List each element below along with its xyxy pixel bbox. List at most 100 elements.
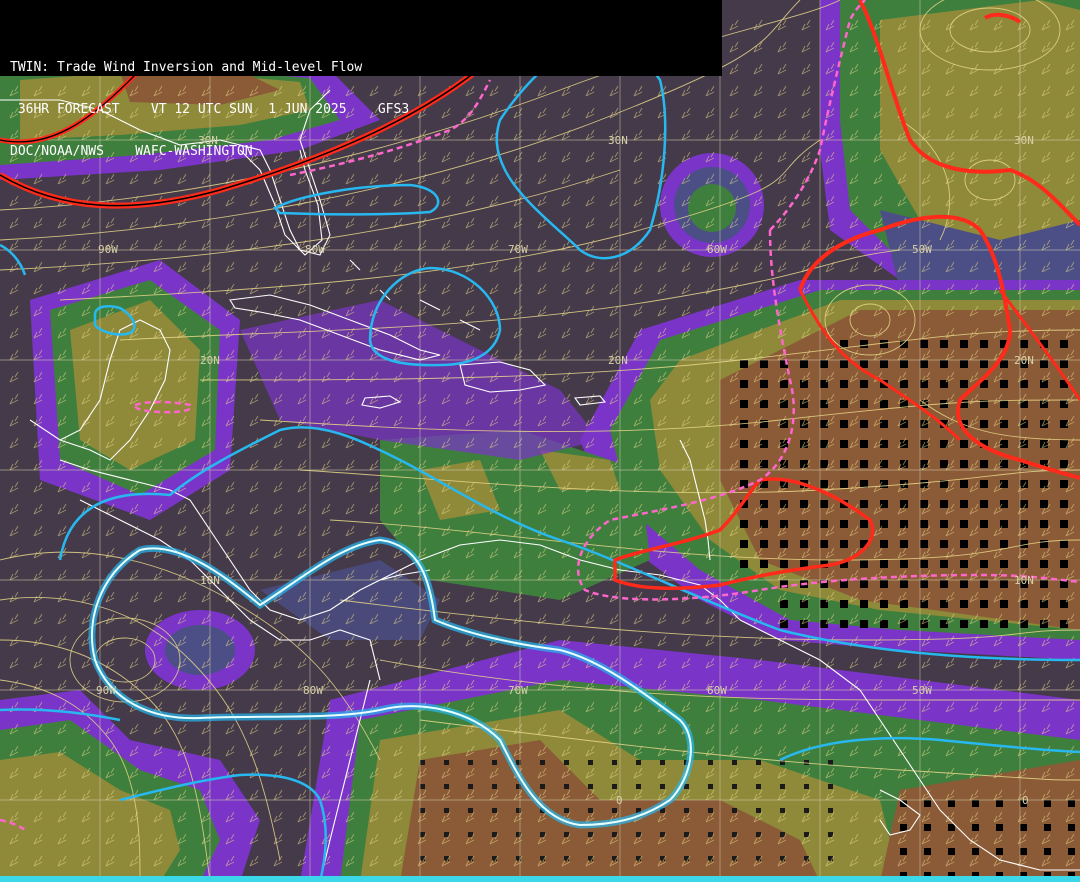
inversion-marker <box>732 784 737 789</box>
inversion-marker <box>740 540 748 548</box>
inversion-marker <box>740 440 748 448</box>
label-lon-90w: 90W <box>98 243 118 256</box>
inversion-marker <box>880 420 888 428</box>
inversion-marker <box>996 848 1003 855</box>
inversion-marker <box>900 540 908 548</box>
inversion-marker <box>1040 520 1048 528</box>
inversion-marker <box>840 420 848 428</box>
inversion-marker <box>612 760 617 765</box>
inversion-marker <box>760 360 768 368</box>
label-lat-20n-c: 20N <box>608 354 628 367</box>
inversion-marker <box>1000 500 1008 508</box>
field-pac-slate <box>165 625 235 675</box>
inversion-marker <box>740 360 748 368</box>
inversion-marker <box>828 760 833 765</box>
inversion-marker <box>880 340 888 348</box>
inversion-marker <box>860 520 868 528</box>
inversion-marker <box>840 360 848 368</box>
inversion-marker <box>684 808 689 813</box>
inversion-marker <box>564 760 569 765</box>
inversion-marker <box>900 520 908 528</box>
inversion-marker <box>820 520 828 528</box>
inversion-marker <box>1060 360 1068 368</box>
inversion-marker <box>444 784 449 789</box>
inversion-marker <box>980 520 988 528</box>
inversion-marker <box>920 520 928 528</box>
inversion-marker <box>760 560 768 568</box>
inversion-marker <box>940 360 948 368</box>
inversion-marker <box>760 500 768 508</box>
inversion-marker <box>1044 800 1051 807</box>
inversion-marker <box>880 500 888 508</box>
inversion-marker <box>900 600 908 608</box>
inversion-marker <box>1068 800 1075 807</box>
inversion-marker <box>948 824 955 831</box>
inversion-marker <box>900 580 908 588</box>
inversion-marker <box>960 560 968 568</box>
inversion-marker <box>840 480 848 488</box>
label-lat-10n-w: 10N <box>200 574 220 587</box>
inversion-marker <box>996 824 1003 831</box>
inversion-marker <box>612 808 617 813</box>
inversion-marker <box>468 784 473 789</box>
inversion-marker <box>820 360 828 368</box>
inversion-marker <box>980 460 988 468</box>
inversion-marker <box>540 784 545 789</box>
inversion-marker <box>1000 420 1008 428</box>
inversion-marker <box>980 360 988 368</box>
inversion-marker <box>900 380 908 388</box>
inversion-marker <box>920 500 928 508</box>
inversion-marker <box>800 500 808 508</box>
inversion-marker <box>920 560 928 568</box>
inversion-marker <box>1020 824 1027 831</box>
inversion-marker <box>940 520 948 528</box>
label-lon-80w-n: 80W <box>305 243 325 256</box>
inversion-marker <box>924 824 931 831</box>
inversion-marker <box>828 808 833 813</box>
inversion-marker <box>960 620 968 628</box>
inversion-marker <box>780 520 788 528</box>
label-lat-20n-e: 20N <box>1014 354 1034 367</box>
inversion-marker <box>948 800 955 807</box>
inversion-marker <box>1000 380 1008 388</box>
inversion-marker <box>588 808 593 813</box>
inversion-marker <box>960 460 968 468</box>
inversion-marker <box>564 784 569 789</box>
inversion-marker <box>732 808 737 813</box>
label-lon-90w-s: 90W <box>96 684 116 697</box>
inversion-marker <box>800 360 808 368</box>
inversion-marker <box>1060 480 1068 488</box>
inversion-marker <box>760 400 768 408</box>
inversion-marker <box>980 560 988 568</box>
inversion-marker <box>940 580 948 588</box>
inversion-marker <box>900 560 908 568</box>
inversion-marker <box>468 808 473 813</box>
inversion-marker <box>780 808 785 813</box>
inversion-marker <box>880 360 888 368</box>
inversion-marker <box>980 620 988 628</box>
inversion-marker <box>756 808 761 813</box>
label-lon-50w-s: 50W <box>912 684 932 697</box>
inversion-marker <box>960 520 968 528</box>
inversion-marker <box>1020 340 1028 348</box>
inversion-marker <box>708 760 713 765</box>
inversion-marker <box>1000 560 1008 568</box>
inversion-marker <box>740 400 748 408</box>
inversion-marker <box>1044 848 1051 855</box>
inversion-marker <box>1068 824 1075 831</box>
inversion-marker <box>860 360 868 368</box>
inversion-marker <box>980 580 988 588</box>
inversion-marker <box>980 500 988 508</box>
inversion-marker <box>980 600 988 608</box>
inversion-marker <box>444 760 449 765</box>
label-lat-10n-e: 10N <box>1014 574 1034 587</box>
inversion-marker <box>660 784 665 789</box>
inversion-marker <box>828 784 833 789</box>
inversion-marker <box>960 480 968 488</box>
header-forecast-time: 36HR FORECAST VT 12 UTC SUN 1 JUN 2025 G… <box>10 102 410 117</box>
inversion-marker <box>420 808 425 813</box>
inversion-marker <box>960 600 968 608</box>
inversion-marker <box>1000 360 1008 368</box>
inversion-marker <box>660 760 665 765</box>
label-lon-70w-s: 70W <box>508 684 528 697</box>
